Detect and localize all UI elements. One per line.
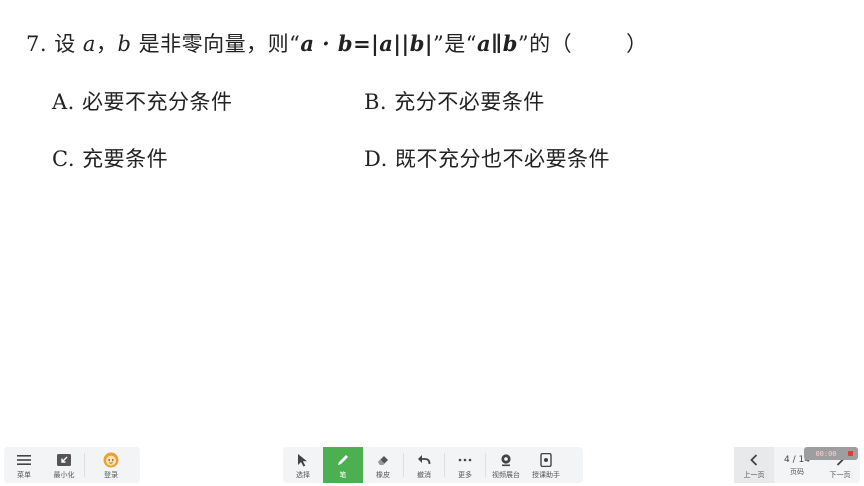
video-booth-button[interactable]: 视频展台 [486,447,526,483]
question-number: 7. [26,32,48,56]
question-stem: 7. 设 a，b 是非零向量，则“a · b=|a||b|”是“a∥b”的（） [26,31,648,56]
option-a: A. 必要不充分条件 [52,90,233,114]
menu-button[interactable]: 菜单 [4,447,44,483]
login-button[interactable]: 登录 [85,447,137,483]
phone-assistant-icon [538,452,554,468]
minimize-button[interactable]: 最小化 [44,447,84,483]
record-stop-icon [848,451,853,456]
option-c: C. 充要条件 [52,147,169,171]
recording-timer[interactable]: 00:00 [804,447,858,460]
cursor-arrow-icon [295,452,311,468]
toolbar-left: 菜单 最小化 登录 [4,447,140,483]
math-condition-2: a∥b [477,31,518,56]
undo-button[interactable]: 撤消 [404,447,444,483]
pen-tool-button[interactable]: 笔 [323,447,363,483]
prev-page-button[interactable]: 上一页 [734,447,774,483]
eraser-tool-button[interactable]: 橡皮 [363,447,403,483]
minimize-icon [56,452,72,468]
toolbar-middle: 选择 笔 橡皮 撤消 更多 视频展台 授课助手 [283,447,583,483]
option-b: B. 充分不必要条件 [364,90,545,114]
chevron-left-icon [746,452,762,468]
timer-value: 00:00 [815,449,837,458]
more-button[interactable]: 更多 [445,447,485,483]
hamburger-icon [16,452,32,468]
eraser-icon [375,452,391,468]
webcam-icon [498,452,514,468]
undo-icon [416,452,432,468]
math-condition-1: a · b=|a||b| [300,31,434,56]
slide-canvas: 7. 设 a，b 是非零向量，则“a · b=|a||b|”是“a∥b”的（） … [0,0,864,440]
ellipsis-icon [457,452,473,468]
pen-icon [335,452,351,468]
teaching-assistant-button[interactable]: 授课助手 [526,447,566,483]
select-tool-button[interactable]: 选择 [283,447,323,483]
avatar-icon [103,452,119,468]
option-d: D. 既不充分也不必要条件 [364,147,610,171]
